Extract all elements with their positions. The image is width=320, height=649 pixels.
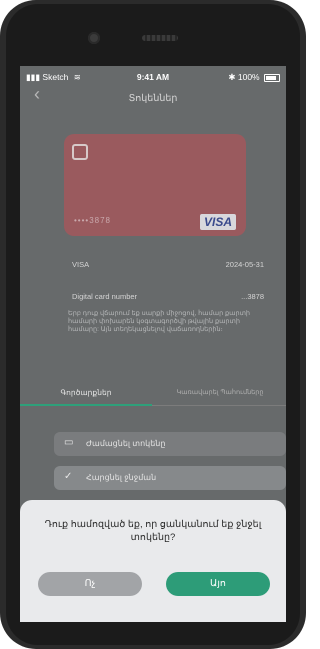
remove-token-label: Հարցնել ջնջման [86,473,157,482]
tab-transactions[interactable]: Գործարքներ [20,388,152,397]
tab-divider [152,405,286,406]
token-description: Երբ դուք վճարում եք սարքի միջոցով, համար… [68,310,251,333]
tab-manage[interactable]: Կառավարել Պահումները [154,388,286,396]
pause-token-button[interactable]: ▭ Ժամացնել տոկենը [54,432,286,456]
digital-card-label: Digital card number [72,292,138,301]
confirm-message: Դուք համոզված եք, որ ցանկանում եք ջնջել … [44,519,262,543]
bluetooth-icon: ✱ [228,72,236,82]
card-logo-icon [72,144,88,160]
status-bar: ▮▮▮ Sketch ≋ 9:41 AM ✱ 100% [20,66,286,86]
visa-logo: VISA [199,214,236,230]
active-tab-indicator [20,404,152,406]
remove-token-button[interactable]: ✓ Հարցնել ջնջման [54,466,286,490]
card-pause-icon: ▭ [64,437,74,448]
earpiece-speaker [142,35,178,41]
pause-token-label: Ժամացնել տոկենը [86,439,166,448]
screen: ▮▮▮ Sketch ≋ 9:41 AM ✱ 100% ‹ Տոկեններ •… [20,66,286,622]
nav-bar: ‹ Տոկեններ [20,84,286,110]
card-brand: VISA [72,260,90,269]
battery-percent: 100% [237,72,260,82]
card-masked-number: ••••3878 [74,216,111,225]
cancel-button[interactable]: Ոչ [38,572,142,596]
tab-bar: Գործարքներ Կառավարել Պահումները [20,384,286,408]
card-image: ••••3878 VISA [64,134,246,236]
front-camera [88,32,100,44]
phone-frame: ▮▮▮ Sketch ≋ 9:41 AM ✱ 100% ‹ Տոկեններ •… [0,0,306,649]
card-date: 2024-05-31 [225,260,264,269]
page-title: Տոկեններ [128,93,178,104]
digital-card-value: ...3878 [241,292,264,301]
check-icon: ✓ [64,471,73,482]
confirm-button[interactable]: Այո [166,572,270,596]
battery-icon [264,73,280,82]
confirm-dialog: Դուք համոզված եք, որ ցանկանում եք ջնջել … [20,500,286,622]
